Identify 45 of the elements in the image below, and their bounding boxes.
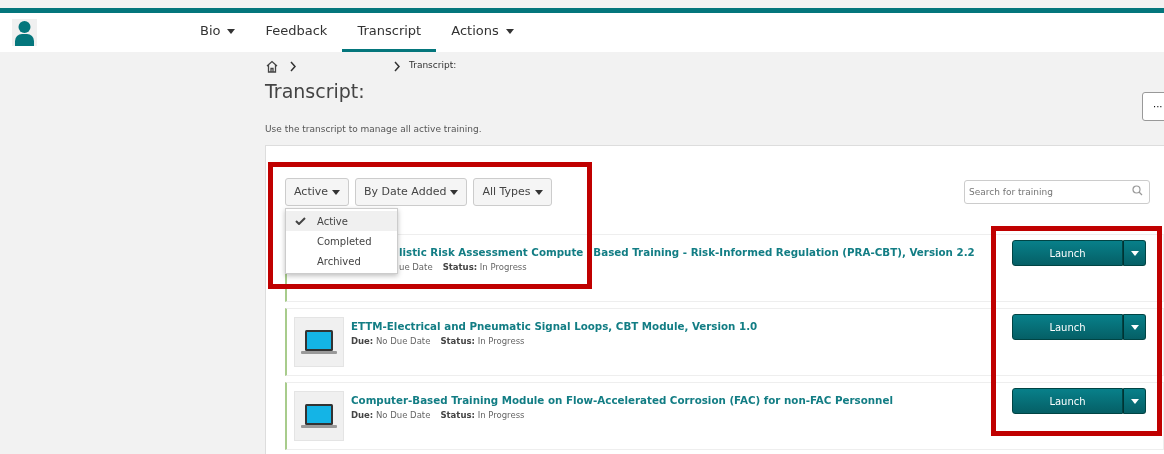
launch-button[interactable]: Launch [1012, 314, 1123, 341]
menu-item[interactable]: Archived [286, 251, 397, 272]
menu-item[interactable]: Active [286, 211, 397, 232]
caret-icon [534, 189, 543, 195]
nav-tab[interactable]: Actions [436, 13, 529, 52]
page-title: Transcript: [265, 80, 366, 103]
course-title-link[interactable]: Based Training - Risk-Informed Regulation (PRA-CBT), Version 2.2 [593, 245, 975, 261]
due-date: ue Date [399, 260, 433, 274]
launch-button[interactable]: Launch [1012, 388, 1123, 415]
caret-icon [332, 189, 341, 195]
filter-dropdown[interactable]: Active [285, 178, 350, 207]
status-text: Status: In Progress [442, 260, 527, 274]
caret-icon [1130, 324, 1139, 330]
laptop-icon [300, 329, 338, 356]
caret-icon [1130, 398, 1139, 404]
nav-tab[interactable]: Bio [185, 13, 251, 52]
more-button[interactable]: ··· [1142, 92, 1164, 121]
course-title-link[interactable]: listic Risk Assessment Compute [399, 245, 584, 261]
checkmark-icon [295, 217, 306, 226]
nav-tab[interactable]: Transcript [342, 13, 437, 52]
status-text: Status: In Progress [440, 408, 525, 422]
launch-menu-button[interactable] [1123, 240, 1146, 267]
home-icon[interactable] [265, 59, 279, 73]
chevron-icon [289, 60, 297, 72]
laptop-icon [300, 403, 338, 430]
filter-dropdown[interactable]: All Types [473, 178, 552, 207]
due-date: Due: No Due Date [351, 408, 431, 422]
user-avatar-icon[interactable] [12, 19, 37, 46]
filter-dropdown[interactable]: By Date Added [355, 178, 468, 207]
menu-item[interactable]: Completed [286, 231, 397, 252]
page-description: Use the transcript to manage all active training. [265, 122, 483, 136]
course-title-link[interactable]: ETTM-Electrical and Pneumatic Signal Loops, CBT Module, Version 1.0 [351, 319, 758, 335]
nav-tab[interactable]: Feedback [250, 13, 343, 52]
status-text: Status: In Progress [440, 334, 525, 348]
launch-menu-button[interactable] [1123, 314, 1146, 341]
caret-icon [1130, 250, 1139, 256]
launch-button[interactable]: Launch [1012, 240, 1123, 267]
due-date: Due: No Due Date [351, 334, 431, 348]
breadcrumb-current: Transcript: [409, 59, 457, 73]
caret-icon [450, 189, 459, 195]
course-title-link[interactable]: Computer-Based Training Module on Flow-Accelerated Corrosion (FAC) for non-FAC Personnel [351, 393, 893, 409]
search-icon[interactable] [1132, 185, 1143, 197]
chevron-icon [393, 60, 401, 72]
launch-menu-button[interactable] [1123, 388, 1146, 415]
search-field[interactable]: Search for training [964, 180, 1150, 205]
